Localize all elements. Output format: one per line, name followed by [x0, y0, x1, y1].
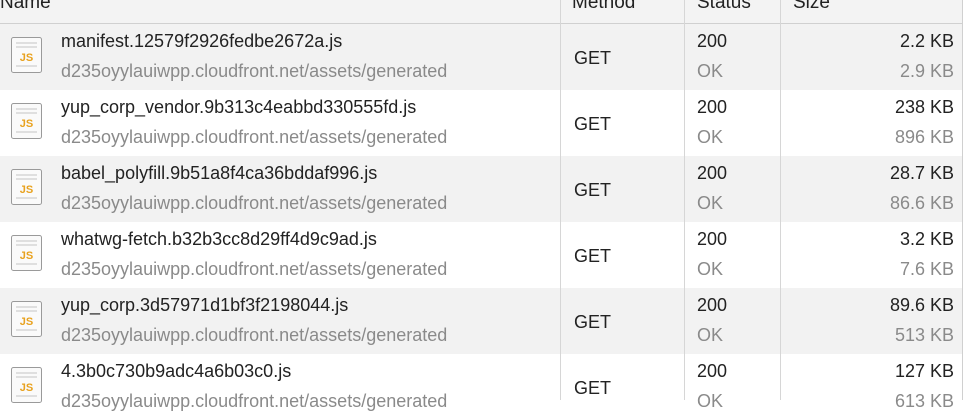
network-requests-table: JS manifest.12579f2926fedbe2672a.js d235…: [0, 0, 970, 411]
column-header-size[interactable]: Size: [793, 0, 830, 15]
request-path: d235oyylauiwpp.cloudfront.net/assets/gen…: [61, 391, 448, 411]
request-status-code: 200: [697, 31, 728, 51]
request-status-text: OK: [697, 193, 724, 213]
js-icon-label: JS: [20, 250, 33, 262]
request-row[interactable]: JS 4.3b0c730b9adc4a6b03c0.js d235oyylaui…: [0, 354, 962, 420]
request-row[interactable]: JS babel_polyfill.9b51a8f4ca36bddaf996.j…: [0, 156, 962, 222]
column-divider[interactable]: [684, 0, 685, 400]
table-header: Name Method Status Size: [0, 0, 962, 24]
request-path: d235oyylauiwpp.cloudfront.net/assets/gen…: [61, 127, 448, 147]
request-status-code: 200: [697, 163, 728, 183]
js-file-icon: JS: [11, 367, 42, 403]
request-name: manifest.12579f2926fedbe2672a.js: [61, 31, 343, 51]
request-content-size: 7.6 KB: [899, 259, 954, 279]
js-icon-label: JS: [20, 382, 33, 394]
request-method: GET: [574, 246, 612, 266]
js-file-icon: JS: [11, 37, 42, 73]
request-status-text: OK: [697, 325, 724, 345]
request-method: GET: [574, 312, 612, 332]
request-row[interactable]: JS manifest.12579f2926fedbe2672a.js d235…: [0, 24, 962, 90]
request-status-code: 200: [697, 295, 728, 315]
request-method: GET: [574, 48, 612, 68]
request-transfer-size: 2.2 KB: [899, 31, 954, 51]
request-method: GET: [574, 378, 612, 398]
request-content-size: 86.6 KB: [889, 193, 954, 213]
request-content-size: 896 KB: [894, 127, 954, 147]
request-name: 4.3b0c730b9adc4a6b03c0.js: [61, 361, 292, 381]
request-path: d235oyylauiwpp.cloudfront.net/assets/gen…: [61, 193, 448, 213]
js-icon-label: JS: [20, 52, 33, 64]
request-transfer-size: 28.7 KB: [889, 163, 954, 183]
request-method: GET: [574, 180, 612, 200]
request-status-text: OK: [697, 127, 724, 147]
js-file-icon: JS: [11, 103, 42, 139]
request-name: babel_polyfill.9b51a8f4ca36bddaf996.js: [61, 163, 378, 183]
js-icon-label: JS: [20, 184, 33, 196]
request-row[interactable]: JS yup_corp.3d57971d1bf3f2198044.js d235…: [0, 288, 962, 354]
request-name: yup_corp_vendor.9b313c4eabbd330555fd.js: [61, 97, 417, 117]
column-header-name[interactable]: Name: [0, 0, 51, 15]
column-header-status[interactable]: Status: [697, 0, 751, 15]
table-right-edge: [962, 0, 963, 400]
js-icon-label: JS: [20, 118, 33, 130]
request-method: GET: [574, 114, 612, 134]
column-divider[interactable]: [780, 0, 781, 400]
request-transfer-size: 89.6 KB: [889, 295, 954, 315]
request-content-size: 613 KB: [894, 391, 954, 411]
request-transfer-size: 3.2 KB: [899, 229, 954, 249]
js-file-icon: JS: [11, 301, 42, 337]
js-icon-label: JS: [20, 316, 33, 328]
column-divider[interactable]: [560, 0, 561, 400]
column-header-method[interactable]: Method: [572, 0, 635, 15]
request-status-text: OK: [697, 61, 724, 81]
js-file-icon: JS: [11, 169, 42, 205]
request-status-code: 200: [697, 229, 728, 249]
request-path: d235oyylauiwpp.cloudfront.net/assets/gen…: [61, 325, 448, 345]
request-transfer-size: 127 KB: [894, 361, 954, 381]
request-status-code: 200: [697, 361, 728, 381]
request-name: yup_corp.3d57971d1bf3f2198044.js: [61, 295, 349, 315]
js-file-icon: JS: [11, 235, 42, 271]
request-content-size: 513 KB: [894, 325, 954, 345]
request-name: whatwg-fetch.b32b3cc8d29ff4d9c9ad.js: [61, 229, 377, 249]
request-transfer-size: 238 KB: [894, 97, 954, 117]
request-path: d235oyylauiwpp.cloudfront.net/assets/gen…: [61, 61, 448, 81]
request-path: d235oyylauiwpp.cloudfront.net/assets/gen…: [61, 259, 448, 279]
request-content-size: 2.9 KB: [899, 61, 954, 81]
request-row[interactable]: JS yup_corp_vendor.9b313c4eabbd330555fd.…: [0, 90, 962, 156]
request-status-text: OK: [697, 259, 724, 279]
request-status-text: OK: [697, 391, 724, 411]
request-status-code: 200: [697, 97, 728, 117]
request-row[interactable]: JS whatwg-fetch.b32b3cc8d29ff4d9c9ad.js …: [0, 222, 962, 288]
